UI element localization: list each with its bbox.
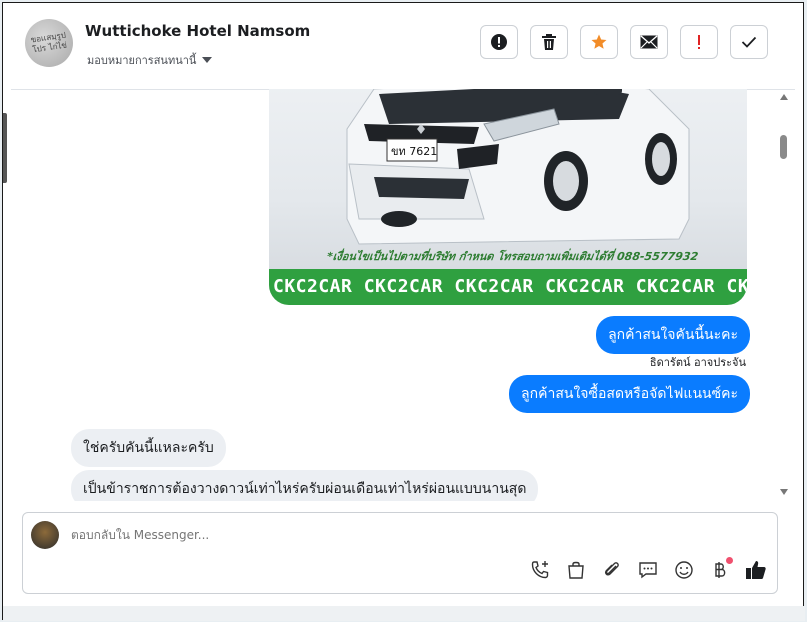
bag-icon	[568, 561, 584, 579]
baht-icon	[715, 562, 726, 578]
composer-toolbar	[529, 557, 767, 581]
call-button[interactable]	[529, 559, 551, 581]
bottom-strip	[3, 606, 805, 621]
message-bubble-incoming[interactable]: ใช่ครับคันนี้แหละครับ	[71, 429, 226, 467]
thread-scrollbar[interactable]	[777, 91, 791, 501]
emoji-button[interactable]	[673, 559, 695, 581]
conversation-actions	[480, 25, 768, 59]
user-avatar	[31, 521, 59, 549]
like-button[interactable]	[745, 559, 767, 581]
notification-dot	[726, 557, 733, 564]
chevron-down-icon	[202, 57, 213, 63]
reply-input[interactable]	[71, 528, 671, 542]
scroll-thumb[interactable]	[780, 135, 787, 159]
attach-button[interactable]	[601, 559, 623, 581]
conversation-header: ขอเเสมฺรูปโปร ไก่ไข่ Wuttichoke Hotel Na…	[11, 3, 795, 90]
car-photo-attachment[interactable]: ขท 7621 *เงื่อนไขเป็นไปตามที่บริษัท กำหน…	[269, 89, 747, 305]
message-composer	[22, 512, 778, 594]
message-bubble-outgoing[interactable]: ลูกค้าสนใจซื้อสดหรือจัดไฟแนนซ์คะ	[509, 375, 750, 413]
star-icon	[591, 34, 607, 49]
check-icon	[741, 36, 757, 48]
car-banner: CKC2CAR CKC2CAR CKC2CAR CKC2CAR CKC2CAR …	[269, 269, 747, 305]
important-button[interactable]	[680, 25, 718, 59]
car-caption: *เงื่อนไขเป็นไปตามที่บริษัท กำหนด โทรสอบ…	[326, 250, 700, 263]
license-plate: ขท 7621	[391, 145, 437, 158]
shop-button[interactable]	[565, 559, 587, 581]
report-button[interactable]	[480, 25, 518, 59]
assign-label: มอบหมายการสนทนานี้	[87, 54, 197, 67]
chat-icon	[639, 562, 657, 579]
message-bubble-outgoing[interactable]: ลูกค้าสนใจคันนี้นะคะ	[596, 316, 750, 354]
assign-conversation-dropdown[interactable]: มอบหมายการสนทนานี้	[87, 51, 213, 69]
paperclip-icon	[604, 562, 619, 576]
emoji-icon	[675, 561, 693, 579]
important-icon	[698, 35, 700, 49]
phone-plus-icon	[531, 561, 549, 579]
messenger-window: ขอเเสมฺรูปโปร ไก่ไข่ Wuttichoke Hotel Na…	[2, 2, 805, 621]
sender-name: ธิดารัตน์ อาจประจัน	[649, 356, 746, 369]
done-button[interactable]	[730, 25, 768, 59]
delete-button[interactable]	[530, 25, 568, 59]
mail-icon	[640, 35, 658, 49]
like-icon	[746, 561, 766, 579]
contact-name[interactable]: Wuttichoke Hotel Namsom	[85, 22, 310, 40]
star-button[interactable]	[580, 25, 618, 59]
scroll-down-arrow[interactable]	[780, 489, 788, 495]
avatar-scribble: ขอเเสมฺรูปโปร ไก่ไข่	[30, 31, 68, 55]
report-icon	[491, 34, 507, 50]
message-thread[interactable]: ขท 7621 *เงื่อนไขเป็นไปตามที่บริษัท กำหน…	[11, 89, 781, 501]
saved-replies-button[interactable]	[637, 559, 659, 581]
trash-icon	[542, 34, 556, 50]
mail-button[interactable]	[630, 25, 668, 59]
contact-avatar[interactable]: ขอเเสมฺรูปโปร ไก่ไข่	[25, 19, 73, 67]
message-bubble-incoming[interactable]: เป็นข้าราชการต้องวางดาวน์เท่าไหร่ครับผ่อ…	[71, 470, 539, 501]
window-edge-handle[interactable]	[3, 113, 7, 183]
scroll-up-arrow[interactable]	[780, 94, 788, 100]
payment-button[interactable]	[709, 557, 733, 581]
